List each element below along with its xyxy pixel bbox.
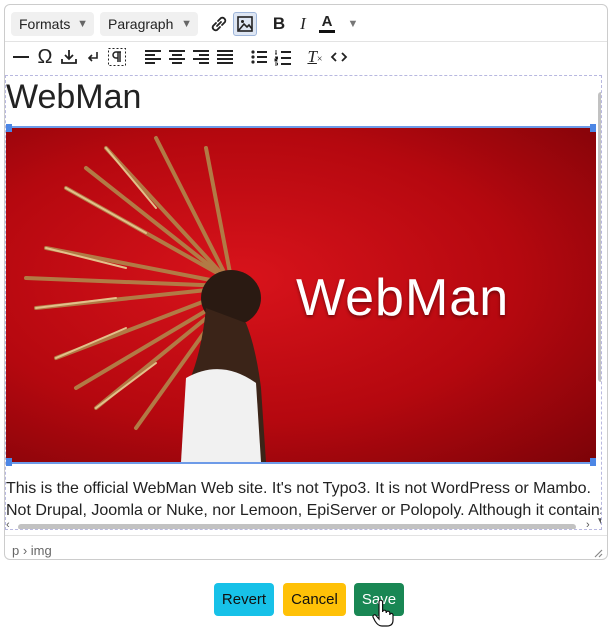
text-color-swatch — [319, 30, 335, 33]
chevron-down-icon: ▼ — [77, 18, 88, 30]
hero-image[interactable]: WebMan — [6, 128, 596, 462]
page-heading[interactable]: WebMan — [6, 78, 141, 117]
italic-icon: I — [300, 14, 306, 33]
align-center-icon — [169, 50, 185, 64]
chevron-right-icon[interactable]: › — [586, 519, 590, 529]
align-center-button[interactable] — [165, 45, 189, 69]
horizontal-scrollbar[interactable]: ‹ › — [6, 519, 596, 529]
editor-content-area[interactable]: WebMan WebMan This is the official WebMa… — [5, 75, 602, 530]
special-character-button[interactable]: Ω — [33, 45, 57, 69]
hero-logo-text: WebMan — [296, 269, 510, 327]
chevron-down-icon: ▼ — [347, 18, 359, 30]
hand-pointer-icon — [372, 600, 394, 627]
chevron-down-icon: ▼ — [181, 18, 192, 30]
block-format-dropdown[interactable]: Paragraph ▼ — [100, 12, 198, 36]
line-break-icon — [87, 52, 98, 62]
omega-icon: Ω — [37, 45, 53, 68]
numbered-list-button[interactable] — [271, 45, 295, 69]
toolbar-row-1: Formats ▼ Paragraph ▼ B I A ▼ — [5, 9, 607, 39]
revert-button[interactable]: Revert — [214, 583, 274, 616]
horizontal-rule-button[interactable] — [9, 45, 33, 69]
line-break-button[interactable] — [81, 45, 105, 69]
chevron-left-icon[interactable]: ‹ — [6, 519, 10, 529]
align-left-button[interactable] — [141, 45, 165, 69]
resize-grip-icon[interactable] — [593, 548, 603, 558]
chevron-down-icon[interactable]: ▼ — [596, 516, 601, 527]
source-code-button[interactable] — [327, 45, 351, 69]
link-button[interactable] — [207, 12, 231, 36]
vertical-scrollbar[interactable]: ▼ — [596, 86, 601, 527]
resize-handle-bottom-left[interactable] — [6, 458, 12, 466]
bullet-list-icon — [251, 50, 267, 64]
justify-icon — [217, 50, 233, 64]
formats-dropdown[interactable]: Formats ▼ — [11, 12, 94, 36]
clear-formatting-button[interactable]: T× — [303, 45, 327, 69]
editor-statusbar: p › img — [5, 535, 607, 559]
clear-formatting-icon: T× — [307, 47, 323, 66]
paragraph-mark-icon — [108, 48, 126, 66]
insert-icon — [61, 50, 77, 64]
horizontal-rule-icon — [13, 56, 29, 58]
justify-button[interactable] — [213, 45, 237, 69]
image-icon — [237, 16, 253, 32]
element-path[interactable]: p › img — [12, 543, 52, 558]
toolbar-row-2: Ω T× — [5, 41, 607, 72]
horizontal-scrollbar-thumb[interactable] — [18, 524, 576, 529]
resize-handle-top-left[interactable] — [6, 124, 12, 132]
insert-button[interactable] — [57, 45, 81, 69]
rich-text-editor: Formats ▼ Paragraph ▼ B I A ▼ Ω T× WebMa… — [4, 4, 608, 560]
align-right-icon — [193, 50, 209, 64]
editor-toolbar: Formats ▼ Paragraph ▼ B I A ▼ Ω T× — [5, 5, 607, 75]
text-color-dropdown[interactable]: ▼ — [341, 12, 365, 36]
bullet-list-button[interactable] — [247, 45, 271, 69]
align-left-icon — [145, 50, 161, 64]
block-format-label: Paragraph — [108, 16, 174, 32]
show-blocks-button[interactable] — [105, 45, 129, 69]
numbered-list-icon — [274, 50, 291, 66]
italic-button[interactable]: I — [291, 12, 315, 36]
cancel-button[interactable]: Cancel — [283, 583, 346, 616]
bold-button[interactable]: B — [267, 12, 291, 36]
resize-handle-bottom-right[interactable] — [590, 458, 596, 466]
vertical-scrollbar-thumb[interactable] — [598, 92, 601, 382]
code-icon — [330, 52, 348, 62]
body-paragraph[interactable]: This is the official WebMan Web site. It… — [6, 478, 601, 522]
link-icon — [211, 16, 227, 32]
bold-icon: B — [272, 14, 286, 33]
align-right-button[interactable] — [189, 45, 213, 69]
text-color-icon: A — [321, 13, 333, 30]
formats-label: Formats — [19, 16, 71, 32]
text-color-button[interactable]: A — [315, 12, 339, 36]
image-button[interactable] — [233, 12, 257, 36]
image-selection-bottom — [6, 462, 596, 464]
